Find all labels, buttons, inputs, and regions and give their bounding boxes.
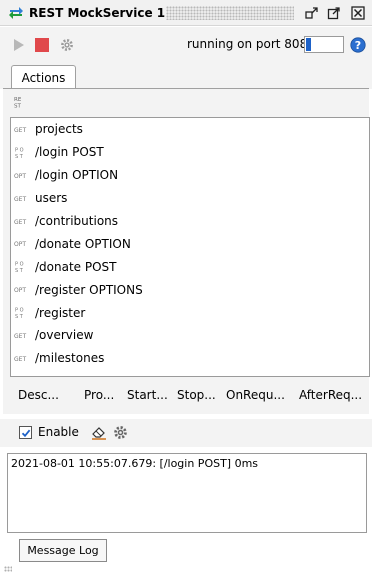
action-label: /overview <box>35 328 94 343</box>
action-label: /register OPTIONS <box>35 282 143 297</box>
help-icon[interactable]: ? <box>350 37 366 53</box>
action-label: /contributions <box>35 214 119 228</box>
column-description[interactable]: Desc... <box>18 388 59 402</box>
action-label: /donate OPTION <box>35 236 131 251</box>
action-item[interactable]: GET/overview <box>11 324 369 347</box>
svg-text:OPT: OPT <box>14 173 26 180</box>
action-item[interactable]: GET/milestones <box>11 347 369 370</box>
get-method-icon: GET <box>14 217 31 226</box>
opt-method-icon: OPT <box>14 239 31 248</box>
column-headers: Desc... Pro... Start... Stop... OnRequ..… <box>3 385 369 407</box>
checkmark-icon <box>21 429 30 437</box>
message-log-area[interactable]: 2021-08-01 10:55:07.679: [/login POST] 0… <box>7 453 367 533</box>
log-settings-gear-icon[interactable] <box>113 425 128 440</box>
action-label: /register <box>35 305 86 320</box>
svg-text:P O: P O <box>15 308 24 314</box>
action-label: /login OPTION <box>35 168 119 183</box>
opt-method-icon: OPT <box>14 285 31 294</box>
start-icon[interactable] <box>12 38 26 52</box>
action-label: /login POST <box>35 145 104 160</box>
action-item[interactable]: GET users <box>11 187 369 210</box>
column-stop[interactable]: Stop... <box>177 388 216 402</box>
title-grip[interactable] <box>166 6 294 20</box>
action-item[interactable]: P OS T/register <box>11 301 369 324</box>
column-start[interactable]: Start... <box>127 388 168 402</box>
rest-resource-icon[interactable]: RE ST <box>14 95 28 109</box>
svg-text:S T: S T <box>15 314 24 319</box>
svg-text:GET: GET <box>14 356 26 363</box>
svg-text:ST: ST <box>14 104 21 110</box>
tab-strip: Actions <box>0 61 372 89</box>
action-label: /donate POST <box>35 259 117 274</box>
actions-list: GET projects P OS T/login POST OPT/login OP… <box>10 117 370 377</box>
maximize-icon[interactable] <box>326 5 342 21</box>
action-item[interactable]: OPT/register OPTIONS <box>11 278 369 301</box>
column-onrequest[interactable]: OnRequ... <box>226 388 285 402</box>
action-item[interactable]: GET/contributions <box>11 210 369 233</box>
svg-text:OPT: OPT <box>14 287 26 294</box>
action-item[interactable]: OPT/donate OPTION <box>11 232 369 255</box>
detach-icon[interactable] <box>304 5 320 21</box>
port-progress-field[interactable] <box>304 36 344 53</box>
svg-text:OPT: OPT <box>14 241 26 248</box>
toolbar: running on port 8081 ? <box>0 27 372 61</box>
post-method-icon: P OS T <box>14 260 31 274</box>
action-label: /milestones <box>35 351 105 366</box>
stop-icon[interactable] <box>35 38 49 52</box>
svg-text:GET: GET <box>14 127 26 134</box>
get-method-icon: GET <box>14 125 31 134</box>
svg-text:S T: S T <box>15 268 24 273</box>
column-afterrequest[interactable]: AfterReq... <box>299 388 362 402</box>
svg-text:?: ? <box>355 39 361 52</box>
enable-checkbox[interactable] <box>19 426 32 439</box>
opt-method-icon: OPT <box>14 171 31 180</box>
tab-actions[interactable]: Actions <box>11 65 76 89</box>
enable-label: Enable <box>38 425 79 439</box>
title-bar: REST MockService 1 <box>0 0 372 26</box>
action-item[interactable]: P OS T/login POST <box>11 141 369 164</box>
action-item[interactable]: P OS T/donate POST <box>11 255 369 278</box>
get-method-icon: GET <box>14 354 31 363</box>
action-label: projects <box>35 122 83 137</box>
eraser-icon[interactable] <box>91 425 107 440</box>
close-icon[interactable] <box>350 5 366 21</box>
action-item[interactable]: GET projects <box>11 118 369 141</box>
svg-text:GET: GET <box>14 196 26 203</box>
mockservice-icon <box>9 6 23 19</box>
post-method-icon: P OS T <box>14 306 31 320</box>
get-method-icon: GET <box>14 331 31 340</box>
svg-text:GET: GET <box>14 219 26 226</box>
log-options-bar: Enable <box>0 419 372 447</box>
window-title: REST MockService 1 <box>29 5 166 20</box>
action-item[interactable]: OPT/login OPTION <box>11 164 369 187</box>
settings-gear-icon[interactable] <box>60 38 74 52</box>
actions-panel: RE ST GET projects P OS T/login POST OPT/lo… <box>3 88 370 414</box>
svg-text:P O: P O <box>15 147 24 153</box>
svg-text:P O: P O <box>15 262 24 268</box>
column-properties[interactable]: Pro... <box>84 388 114 402</box>
svg-text:RE: RE <box>14 97 22 103</box>
action-label: users <box>35 191 68 206</box>
log-entry: 2021-08-01 10:55:07.679: [/login POST] 0… <box>11 457 259 470</box>
svg-text:GET: GET <box>14 333 26 340</box>
resize-grip[interactable] <box>4 566 12 572</box>
get-method-icon: GET <box>14 194 31 203</box>
running-status: running on port 8081 <box>187 37 315 51</box>
post-method-icon: P OS T <box>14 146 31 159</box>
svg-text:S T: S T <box>15 154 24 159</box>
message-log-button[interactable]: Message Log <box>19 539 107 562</box>
